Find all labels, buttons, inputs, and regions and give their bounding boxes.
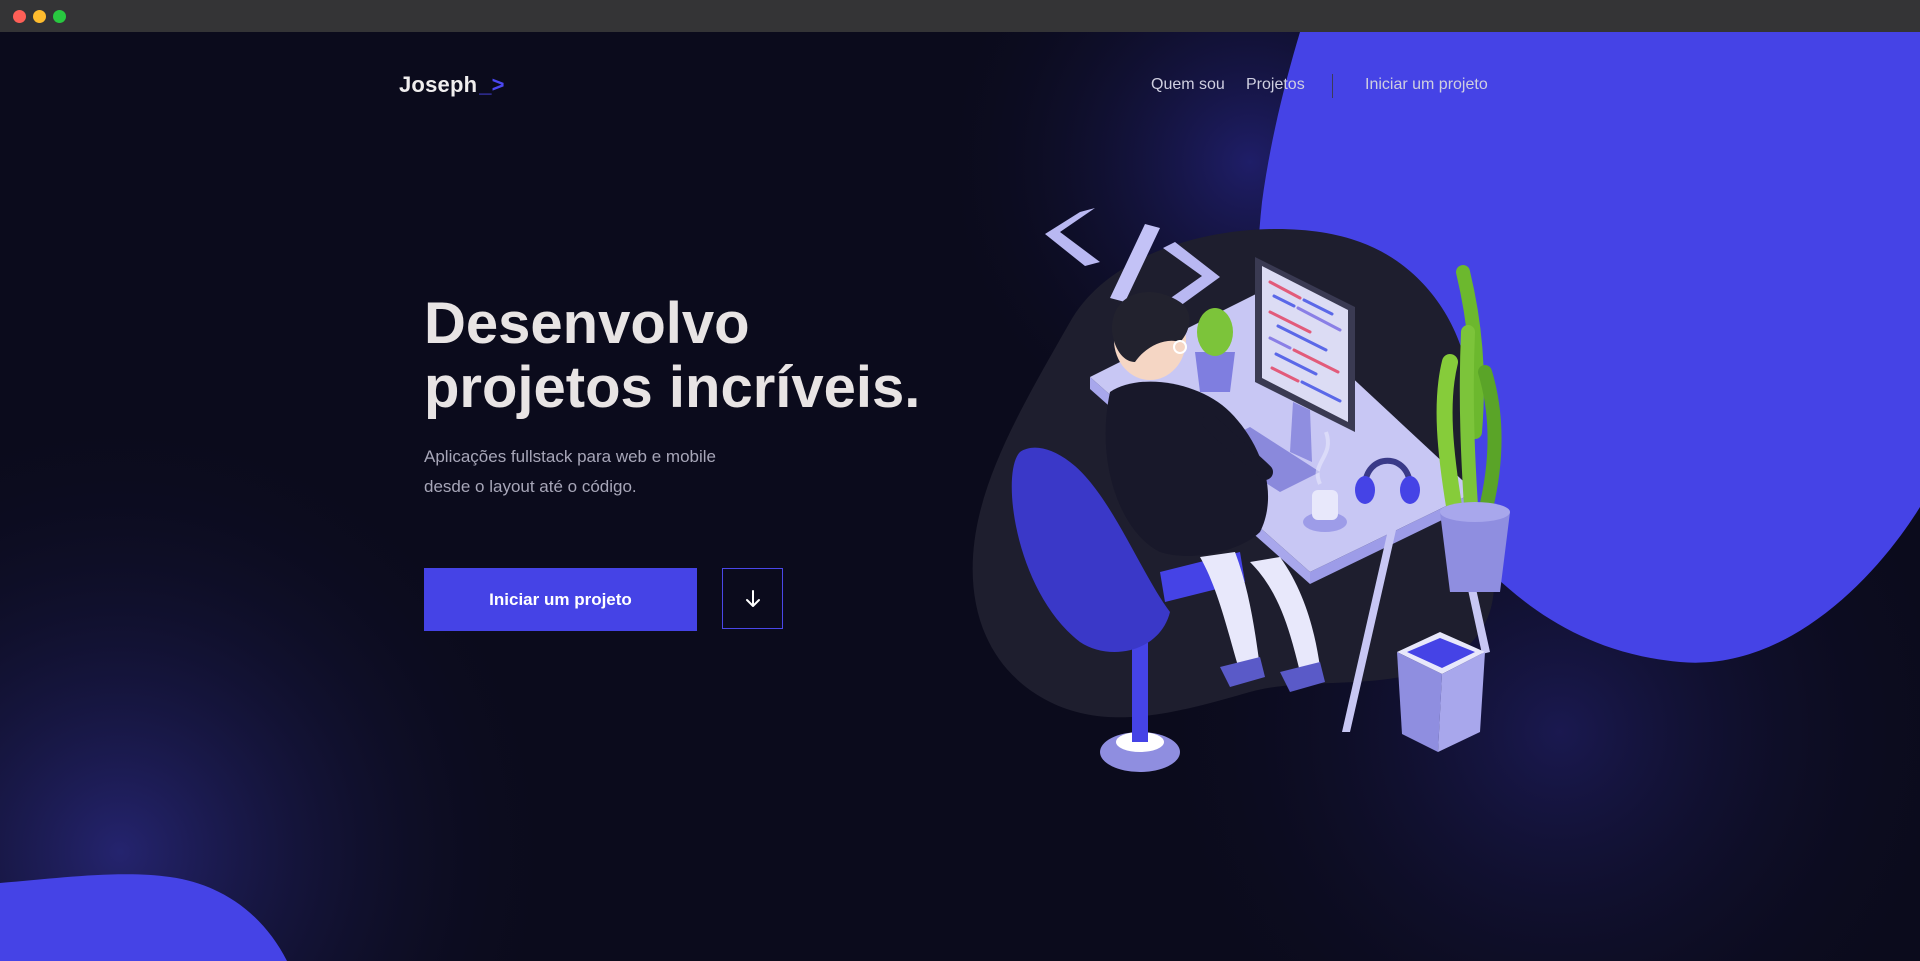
hero-title: Desenvolvo projetos incríveis. xyxy=(424,292,920,420)
hero-subtitle-line-2: desde o layout até o código. xyxy=(424,477,637,496)
arrow-down-icon xyxy=(745,589,760,607)
brand-name: Joseph xyxy=(399,72,478,97)
tall-plant xyxy=(1436,265,1510,592)
minimize-window-button[interactable] xyxy=(33,10,46,23)
trash-bin xyxy=(1397,632,1485,752)
brand-accent: _> xyxy=(479,72,505,97)
close-window-button[interactable] xyxy=(13,10,26,23)
brand-logo[interactable]: Joseph_> xyxy=(399,72,505,98)
scroll-down-button[interactable] xyxy=(722,568,783,629)
coffee-cup xyxy=(1312,490,1338,520)
start-project-button[interactable]: Iniciar um projeto xyxy=(424,568,697,631)
hero-subtitle: Aplicações fullstack para web e mobile d… xyxy=(424,442,824,502)
hero-title-line-2: projetos incríveis. xyxy=(424,355,921,420)
nav-link-projetos[interactable]: Projetos xyxy=(1246,76,1305,94)
landing-page: Joseph_> Quem sou Projetos Iniciar um pr… xyxy=(0,32,1920,961)
nav-divider xyxy=(1332,74,1333,98)
window-titlebar xyxy=(0,0,1920,32)
cactus-pot xyxy=(1195,352,1235,392)
hero-title-line-1: Desenvolvo xyxy=(424,291,750,356)
cactus-plant xyxy=(1197,308,1233,356)
hero-subtitle-line-1: Aplicações fullstack para web e mobile xyxy=(424,447,716,466)
maximize-window-button[interactable] xyxy=(53,10,66,23)
developer-illustration xyxy=(972,208,1510,772)
nav-link-quem-sou[interactable]: Quem sou xyxy=(1151,76,1225,94)
nav-link-iniciar-projeto[interactable]: Iniciar um projeto xyxy=(1365,76,1488,94)
